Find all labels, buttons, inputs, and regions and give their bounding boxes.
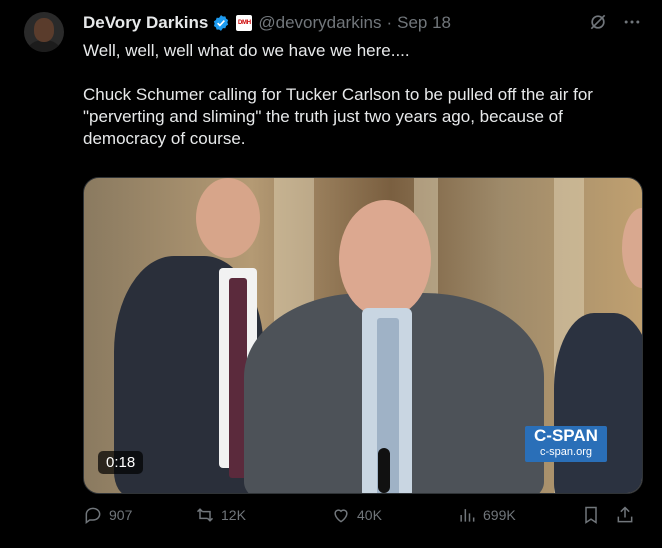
like-count: 40K <box>357 507 382 523</box>
bookmark-icon <box>585 506 597 524</box>
views-button[interactable]: 699K <box>457 505 516 525</box>
tweet-text: Well, well, well what do we have we here… <box>83 41 593 148</box>
views-icon <box>460 509 475 522</box>
reply-button[interactable]: 907 <box>83 505 132 525</box>
reply-count: 907 <box>109 507 133 523</box>
person-left-head <box>196 178 260 258</box>
repost-button[interactable]: 12K <box>195 505 246 525</box>
like-icon <box>334 509 348 523</box>
verified-icon <box>214 15 229 31</box>
avatar-face <box>34 18 54 42</box>
bookmark-button[interactable] <box>581 505 601 525</box>
tweet-header: DeVory Darkins DMH @devorydarkins · Sep … <box>83 11 642 35</box>
repost-icon <box>196 508 214 522</box>
network-logo-text: C-SPAN <box>534 426 598 445</box>
avatar[interactable] <box>24 12 64 52</box>
tweet-date[interactable]: Sep 18 <box>397 13 451 33</box>
repost-count: 12K <box>221 507 246 523</box>
share-button[interactable] <box>615 505 635 525</box>
more-icon[interactable] <box>622 12 642 32</box>
author-name[interactable]: DeVory Darkins <box>83 13 208 33</box>
grok-icon[interactable] <box>588 12 608 32</box>
microphone <box>378 448 390 493</box>
action-bar: 907 12K 40K 699K <box>83 505 643 533</box>
affiliate-badge[interactable]: DMH <box>236 15 253 31</box>
network-logo: C-SPAN c-span.org <box>525 426 607 462</box>
video-duration: 0:18 <box>98 451 144 474</box>
person-center-head <box>339 200 431 318</box>
network-url: c-span.org <box>540 446 592 458</box>
tweet[interactable]: DeVory Darkins DMH @devorydarkins · Sep … <box>0 0 662 548</box>
person-right <box>554 313 642 493</box>
separator-dot: · <box>386 13 393 32</box>
top-actions <box>588 12 642 32</box>
like-button[interactable]: 40K <box>331 505 382 525</box>
author-handle[interactable]: @devorydarkins <box>258 13 381 33</box>
video-player[interactable]: 0:18 C-SPAN c-span.org <box>83 177 643 494</box>
view-count: 699K <box>483 507 516 523</box>
reply-icon <box>85 507 101 524</box>
share-icon <box>617 506 633 523</box>
